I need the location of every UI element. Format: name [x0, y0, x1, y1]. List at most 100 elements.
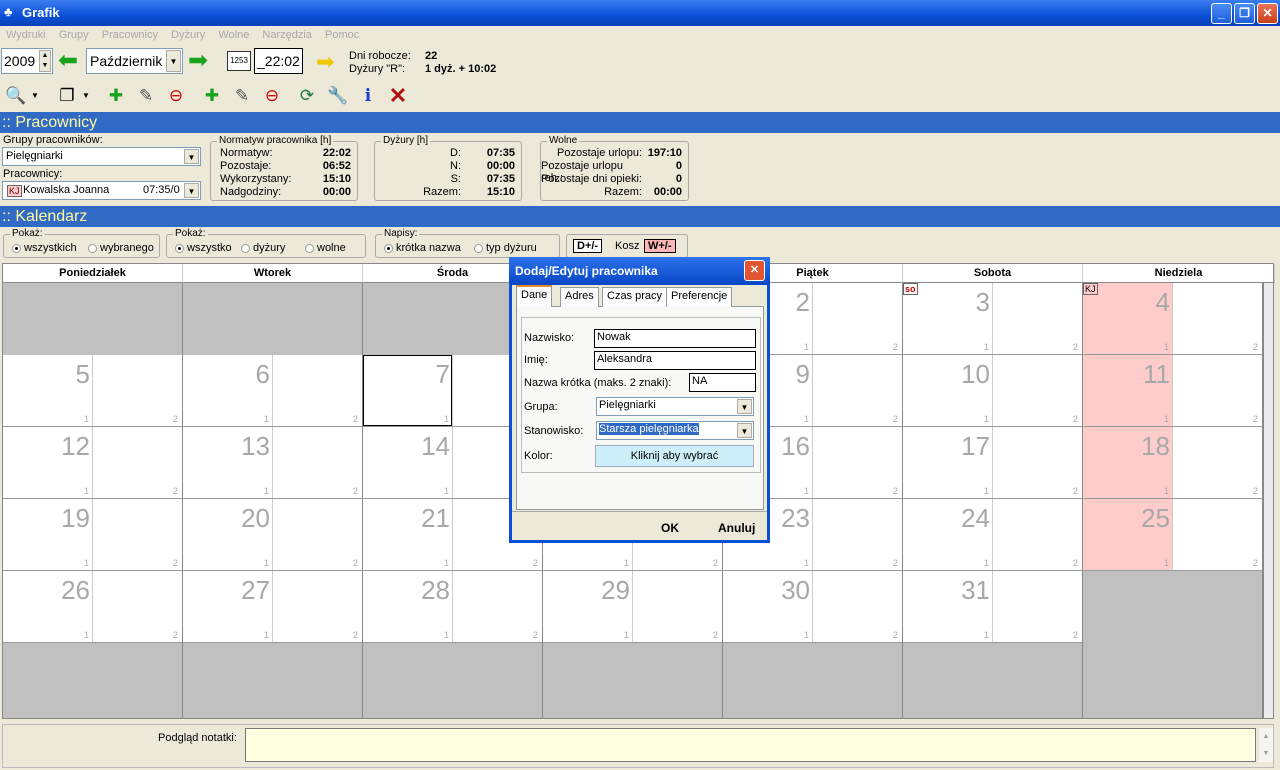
free-group: Wolne Pozostaje urlopu: 197:10 Pozostaje… — [540, 135, 689, 201]
chevron-down-icon[interactable]: ▼ — [79, 85, 93, 107]
radio-everything-label: wszystko — [187, 242, 232, 254]
radio-all[interactable]: wszystkich — [12, 242, 77, 254]
empty-day-cell — [3, 643, 183, 718]
dialog-group-value: Pielęgniarki — [599, 399, 656, 411]
month-select[interactable]: Październik ▼ — [86, 48, 183, 74]
shift-slot-2: 2 — [352, 414, 358, 424]
menu-pracownicy[interactable]: Pracownicy — [102, 29, 158, 41]
prev-month-arrow-icon[interactable]: ⬅ — [58, 49, 78, 73]
tab-adres[interactable]: Adres — [560, 287, 599, 307]
menu-pomoc[interactable]: Pomoc — [325, 29, 359, 41]
radio-icon — [241, 243, 250, 253]
radio-selected-worker[interactable]: wybranego — [88, 242, 154, 254]
free-adjust-button[interactable]: W+/- — [644, 239, 676, 253]
duty-label: N: — [450, 160, 461, 172]
dialog-close-button[interactable]: ✕ — [744, 260, 765, 281]
refresh-icon[interactable]: ⟳ — [295, 85, 319, 107]
note-preview[interactable] — [245, 728, 1256, 762]
day-cell[interactable]: 4 1 2 KJ — [1083, 283, 1263, 355]
note-panel: Podgląd notatki: ▲ ▼ — [0, 724, 1280, 770]
day-cell[interactable]: 11 1 2 — [1083, 355, 1263, 427]
day-cell[interactable]: 31 1 2 — [903, 571, 1083, 643]
day-cell[interactable]: 19 1 2 — [3, 499, 183, 571]
duty-adjust-button[interactable]: D+/- — [573, 239, 603, 253]
delete-group-icon[interactable]: ⊖ — [164, 85, 188, 107]
cell-divider — [92, 355, 93, 426]
name-input[interactable]: Aleksandra — [594, 351, 756, 370]
menu-dyzury[interactable]: Dyżury — [171, 29, 205, 41]
edit-group-icon[interactable]: ✎ — [134, 85, 158, 107]
position-select[interactable]: Starsza pielęgniarka ▼ — [596, 421, 754, 440]
chevron-down-icon[interactable]: ▼ — [28, 85, 42, 107]
time-value: _22:02 — [257, 53, 300, 69]
tab-preferencje[interactable]: Preferencje — [666, 287, 733, 307]
day-cell[interactable]: 25 1 2 — [1083, 499, 1263, 571]
tab-czas-pracy[interactable]: Czas pracy — [602, 287, 668, 307]
calendar-scrollbar[interactable] — [1263, 283, 1273, 718]
year-spinner[interactable]: 2009 ▲ ▼ — [1, 48, 53, 74]
close-button[interactable]: ✕ — [1257, 3, 1278, 24]
time-input[interactable]: _22:02 — [254, 48, 303, 74]
day-cell[interactable]: 6 1 2 — [183, 355, 363, 427]
worker-select[interactable]: KJ Kowalska Joanna 07:35/0 ▼ — [2, 181, 201, 200]
worker-tag: KJ — [7, 185, 22, 197]
chevron-down-icon[interactable]: ▼ — [184, 183, 199, 198]
go-arrow-icon[interactable]: ➡ — [316, 51, 334, 73]
magnifier-icon[interactable]: 🔍 — [4, 85, 28, 107]
tab-dane[interactable]: Dane — [516, 285, 553, 307]
day-cell[interactable]: 17 1 2 — [903, 427, 1083, 499]
radio-free[interactable]: wolne — [305, 242, 346, 254]
minimize-button[interactable]: _ — [1211, 3, 1232, 24]
calendar-icon[interactable]: 1253 — [227, 51, 251, 71]
dialog-group-select[interactable]: Pielęgniarki ▼ — [596, 397, 754, 416]
add-group-icon[interactable]: ✚ — [104, 85, 128, 107]
radio-duty-type[interactable]: typ dyżuru — [474, 242, 537, 254]
day-cell[interactable]: 24 1 2 — [903, 499, 1083, 571]
add-employee-icon[interactable]: ✚ — [200, 85, 224, 107]
day-cell[interactable]: 20 1 2 — [183, 499, 363, 571]
show2-legend: Pokaż: — [173, 228, 208, 239]
radio-everything[interactable]: wszystko — [175, 242, 232, 254]
short-name-input[interactable]: NA — [689, 373, 756, 392]
day-cell[interactable]: 10 1 2 — [903, 355, 1083, 427]
maximize-button[interactable]: ❐ — [1234, 3, 1255, 24]
day-cell[interactable]: 29 1 2 — [543, 571, 723, 643]
chevron-down-icon[interactable]: ▼ — [184, 149, 199, 164]
note-scrollbar[interactable]: ▲ ▼ — [1259, 728, 1273, 762]
chevron-down-icon[interactable]: ▼ — [737, 423, 752, 438]
day-cell[interactable]: 5 1 2 — [3, 355, 183, 427]
menu-grupy[interactable]: Grupy — [59, 29, 89, 41]
spinner-arrows-icon[interactable]: ▲ ▼ — [39, 50, 51, 72]
menu-wydruki[interactable]: Wydruki — [6, 29, 46, 41]
day-cell[interactable]: 26 1 2 — [3, 571, 183, 643]
cancel-button[interactable]: Anuluj — [718, 521, 755, 535]
day-cell[interactable]: 28 1 2 — [363, 571, 543, 643]
menu-wolne[interactable]: Wolne — [218, 29, 249, 41]
edit-employee-icon[interactable]: ✎ — [230, 85, 254, 107]
group-select[interactable]: Pielęgniarki ▼ — [2, 147, 201, 166]
next-month-arrow-icon[interactable]: ➡ — [188, 49, 208, 73]
day-cell[interactable]: 12 1 2 — [3, 427, 183, 499]
menu-narzedzia[interactable]: Narzędzia — [262, 29, 312, 41]
chevron-down-icon[interactable]: ▼ — [737, 399, 752, 414]
surname-input[interactable]: Nowak — [594, 329, 756, 348]
wrench-icon[interactable]: 🔧 — [326, 85, 350, 107]
delete-employee-icon[interactable]: ⊖ — [260, 85, 284, 107]
color-picker-button[interactable]: Kliknij aby wybrać — [595, 445, 754, 467]
info-icon[interactable]: i — [356, 85, 380, 107]
day-number: 21 — [421, 503, 450, 533]
day-cell[interactable]: 3 1 2 so — [903, 283, 1083, 355]
copy-icon[interactable]: ❐ — [55, 85, 79, 107]
radio-short-name[interactable]: krótka nazwa — [384, 242, 461, 254]
close-x-icon[interactable]: ✕ — [386, 85, 410, 107]
day-cell[interactable]: 30 1 2 — [723, 571, 903, 643]
radio-duties[interactable]: dyżury — [241, 242, 285, 254]
chevron-down-icon[interactable]: ▼ — [166, 50, 181, 72]
day-cell[interactable]: 27 1 2 — [183, 571, 363, 643]
day-cell[interactable]: 18 1 2 — [1083, 427, 1263, 499]
trash-label[interactable]: Kosz — [615, 240, 639, 252]
day-number: 20 — [241, 503, 270, 533]
day-cell[interactable]: 13 1 2 — [183, 427, 363, 499]
ok-button[interactable]: OK — [661, 521, 679, 535]
shift-slot-1: 1 — [444, 486, 450, 496]
